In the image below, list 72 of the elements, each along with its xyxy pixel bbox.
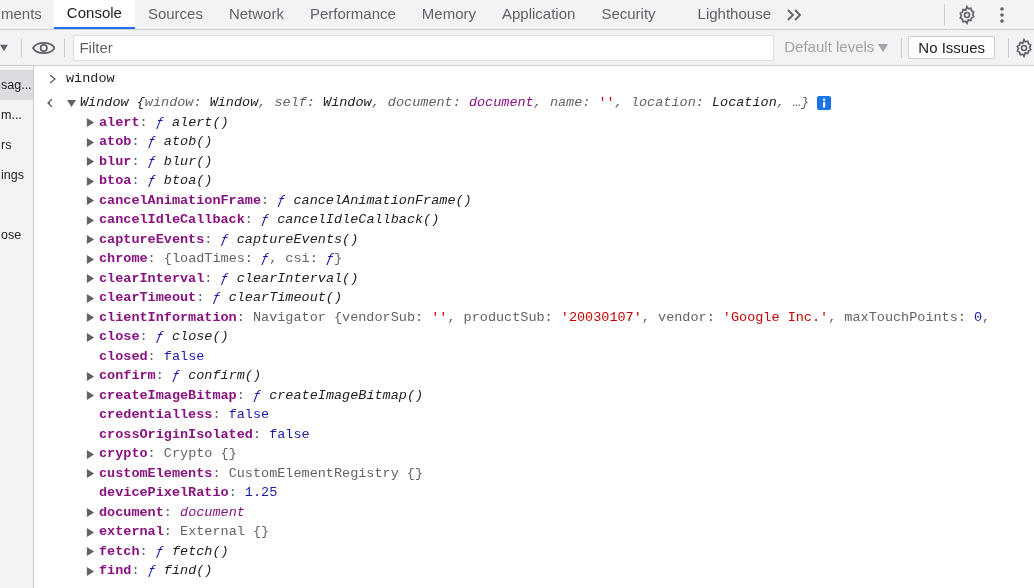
input-prompt-icon — [49, 74, 56, 84]
sidebar-item[interactable]: ose — [0, 220, 33, 250]
property-entry: devicePixelRatio: 1.25 — [99, 484, 278, 503]
panel-tab[interactable]: Security — [588, 0, 669, 29]
panel-tab[interactable]: Sources — [134, 0, 216, 29]
property-entry[interactable]: atob: ƒ atob() — [99, 132, 213, 153]
expand-triangle-icon[interactable] — [86, 235, 95, 245]
info-icon[interactable] — [817, 96, 832, 110]
expand-triangle-icon[interactable] — [86, 332, 95, 342]
expand-triangle-icon[interactable] — [86, 391, 95, 401]
filter-field[interactable]: Filter — [73, 34, 775, 61]
settings-icon[interactable] — [1014, 37, 1034, 58]
property-entry[interactable]: customElements: CustomElementRegistry {} — [99, 463, 424, 484]
expand-triangle-icon[interactable] — [86, 254, 95, 264]
panel-tab[interactable]: ments — [0, 0, 54, 29]
expand-triangle-icon[interactable] — [86, 508, 95, 518]
property-entry[interactable]: captureEvents: ƒ captureEvents() — [99, 229, 359, 250]
sidebar-item[interactable]: sag... — [0, 70, 33, 100]
expand-triangle-icon[interactable] — [86, 449, 95, 459]
expand-triangle-icon[interactable] — [86, 157, 95, 167]
expand-triangle-icon[interactable] — [86, 196, 95, 206]
property-entry[interactable]: close: ƒ close() — [99, 327, 229, 348]
more-options-icon[interactable] — [1000, 6, 1004, 23]
expand-triangle-icon[interactable] — [86, 118, 95, 128]
expand-triangle-icon[interactable] — [86, 293, 95, 303]
more-tabs-chevron-icon[interactable] — [786, 7, 804, 22]
expand-triangle-icon[interactable] — [86, 566, 95, 576]
property-entry: closed: false — [99, 347, 205, 366]
panel-tab[interactable]: Application — [489, 0, 589, 29]
expand-triangle-icon[interactable] — [86, 547, 95, 557]
panel-tab[interactable]: Network — [215, 0, 297, 29]
panel-tab[interactable]: Performance — [296, 0, 409, 29]
console-input-text: window — [66, 70, 115, 88]
panel-tab[interactable]: Lighthouse — [684, 0, 784, 29]
property-entry[interactable]: btoa: ƒ btoa() — [99, 171, 213, 192]
expand-triangle-icon[interactable] — [86, 313, 95, 323]
sidebar-item[interactable]: ings — [0, 160, 33, 190]
property-entry[interactable]: clientInformation: Navigator {vendorSub: '', productSub: '20030107', vendor: 'Google Inc.', maxTouchPoints: 0, — [99, 307, 991, 328]
property-entry: credentialless: false — [99, 406, 270, 425]
property-entry[interactable]: blur: ƒ blur() — [99, 151, 213, 172]
dropdown-caret-icon — [878, 43, 889, 52]
expand-triangle-icon[interactable] — [86, 274, 95, 284]
property-entry[interactable]: alert: ƒ alert() — [99, 112, 229, 133]
expand-triangle-icon[interactable] — [86, 469, 95, 479]
property-entry[interactable]: clearInterval: ƒ clearInterval() — [99, 268, 359, 289]
expand-triangle-icon[interactable] — [86, 137, 95, 147]
sidebar-item[interactable]: rs — [0, 130, 33, 160]
property-entry[interactable]: external: External {} — [99, 522, 270, 543]
property-entry[interactable]: fetch: ƒ fetch() — [99, 541, 229, 562]
sidebar-item[interactable]: m... — [0, 100, 33, 130]
expand-triangle-icon[interactable] — [86, 215, 95, 225]
property-entry[interactable]: confirm: ƒ confirm() — [99, 366, 262, 387]
dropdown-caret-icon[interactable] — [0, 43, 8, 52]
object-summary[interactable]: Window {window: Window, self: Window, document: document, name: '', location: Location, …} — [80, 93, 810, 113]
expand-triangle-icon[interactable] — [86, 371, 95, 381]
panel-tab[interactable]: Memory — [408, 0, 489, 29]
eye-icon[interactable] — [31, 39, 56, 56]
property-entry[interactable]: cancelIdleCallback: ƒ cancelIdleCallback() — [99, 210, 440, 231]
property-entry: crossOriginIsolated: false — [99, 425, 310, 444]
expand-triangle-icon[interactable] — [86, 527, 95, 537]
property-entry[interactable]: find: ƒ find() — [99, 561, 213, 582]
collapse-triangle-icon[interactable] — [67, 98, 76, 108]
property-entry[interactable]: clearTimeout: ƒ clearTimeout() — [99, 288, 343, 309]
expand-triangle-icon[interactable] — [86, 176, 95, 186]
property-entry[interactable]: chrome: {loadTimes: ƒ, csi: ƒ} — [99, 249, 343, 270]
property-entry[interactable]: crypto: Crypto {} — [99, 444, 237, 465]
issues-button[interactable]: No Issues — [908, 36, 995, 59]
panel-tab[interactable]: Console — [53, 0, 135, 29]
property-entry[interactable]: createImageBitmap: ƒ createImageBitmap() — [99, 385, 424, 406]
settings-icon[interactable] — [957, 4, 977, 25]
property-entry[interactable]: cancelAnimationFrame: ƒ cancelAnimationFrame() — [99, 190, 472, 211]
property-entry[interactable]: document: document — [99, 502, 245, 523]
